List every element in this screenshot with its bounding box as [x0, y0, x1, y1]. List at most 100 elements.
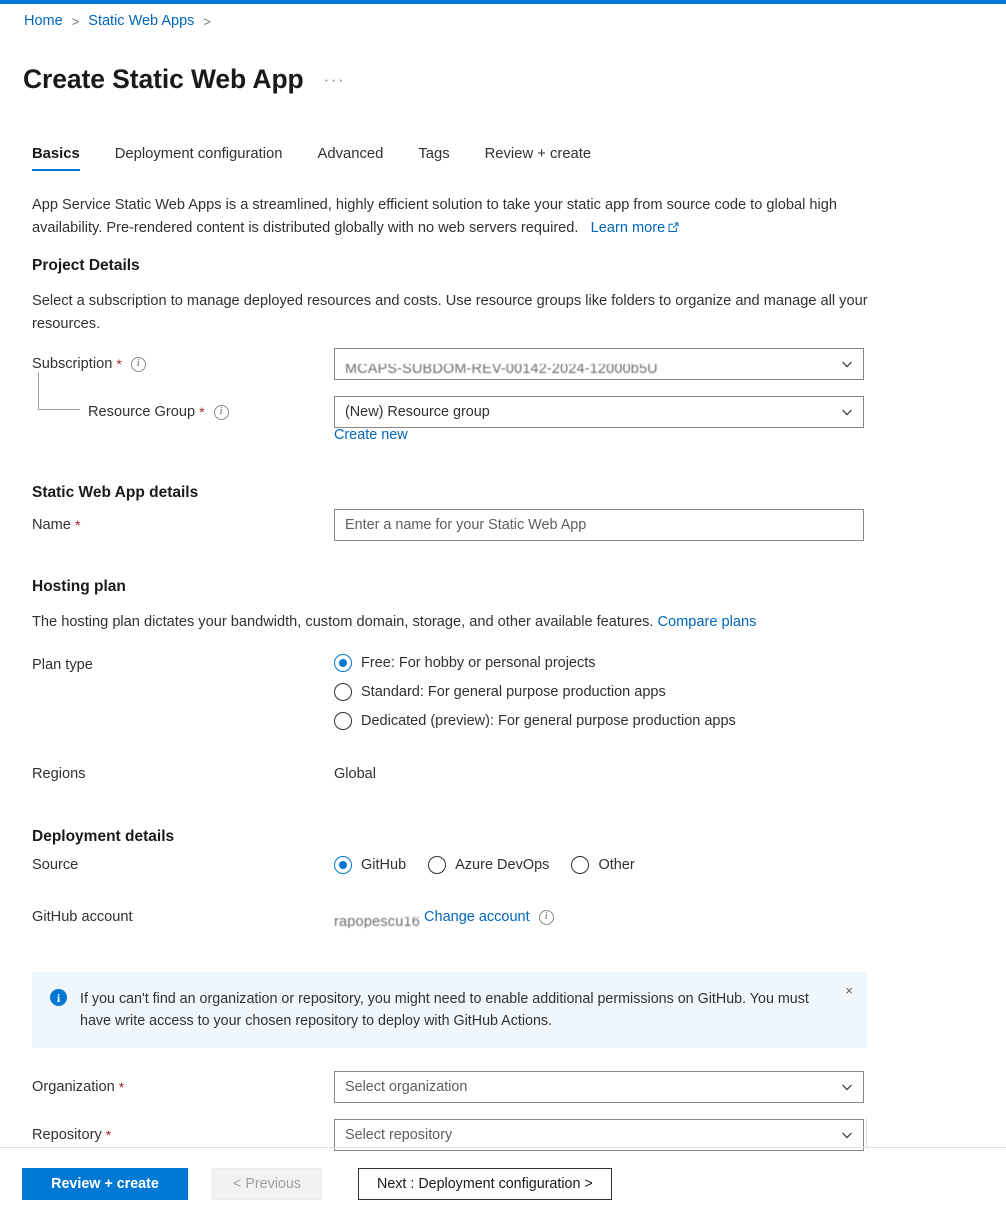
tab-review-create[interactable]: Review + create: [485, 146, 592, 171]
required-marker: *: [116, 356, 122, 372]
static-web-app-details-heading: Static Web App details: [32, 484, 199, 501]
resource-group-field[interactable]: (New) Resource group: [334, 396, 864, 428]
resource-group-row: Resource Group * i (New) Resource group: [32, 396, 972, 428]
subscription-row: Subscription * i MCAPS-SUBDOM-REV-00142-2…: [32, 348, 972, 380]
plan-type-radio-group: Free: For hobby or personal projects Sta…: [334, 648, 736, 735]
source-option-label: GitHub: [361, 857, 407, 873]
organization-row: Organization * Select organization: [32, 1071, 972, 1103]
hosting-plan-description: The hosting plan dictates your bandwidth…: [32, 611, 870, 634]
github-account-value: rapopescu16: [334, 916, 421, 928]
source-radio-group: GitHub Azure DevOps Other: [334, 856, 657, 874]
intro-text: App Service Static Web Apps is a streaml…: [32, 197, 837, 236]
resource-group-info-icon[interactable]: i: [213, 404, 229, 420]
footer-vertical-divider: [866, 1118, 867, 1147]
radio-icon[interactable]: [334, 711, 352, 730]
tab-tags[interactable]: Tags: [418, 146, 449, 171]
banner-text: If you can't find an organization or rep…: [80, 991, 809, 1029]
repository-label-text: Repository: [32, 1127, 102, 1143]
radio-icon-selected[interactable]: [334, 653, 352, 672]
github-account-value-group: rapopescu16 Change account i: [334, 909, 554, 928]
subscription-dropdown[interactable]: MCAPS-SUBDOM-REV-00142-2024-12000b5U: [334, 348, 864, 380]
page-title: Create Static Web App: [23, 63, 304, 94]
breadcrumb: Home > Static Web Apps >: [24, 13, 220, 29]
breadcrumb-item-static-web-apps[interactable]: Static Web Apps: [88, 13, 194, 29]
github-permissions-banner: i If you can't find an organization or r…: [32, 972, 867, 1048]
intro-description: App Service Static Web Apps is a streaml…: [32, 194, 867, 240]
regions-value: Global: [334, 766, 376, 782]
learn-more-link[interactable]: Learn more: [591, 220, 666, 236]
source-label: Source: [32, 857, 334, 873]
plan-type-label: Plan type: [32, 652, 334, 673]
app-name-input[interactable]: [334, 509, 864, 541]
app-name-label-text: Name: [32, 517, 71, 533]
required-marker: *: [74, 517, 81, 533]
close-icon[interactable]: ×: [845, 984, 853, 997]
plan-type-option-free[interactable]: Free: For hobby or personal projects: [334, 648, 736, 677]
plan-type-option-dedicated[interactable]: Dedicated (preview): For general purpose…: [334, 706, 736, 735]
subscription-info-icon[interactable]: i: [130, 356, 146, 372]
change-account-link[interactable]: Change account: [424, 909, 530, 925]
compare-plans-link[interactable]: Compare plans: [657, 614, 756, 630]
regions-label: Regions: [32, 766, 334, 782]
resource-group-label-text: Resource Group: [88, 404, 196, 420]
breadcrumb-separator: >: [71, 13, 80, 29]
deployment-details-heading: Deployment details: [32, 828, 175, 845]
previous-button[interactable]: < Previous: [212, 1168, 322, 1200]
github-account-label: GitHub account: [32, 909, 334, 925]
required-marker: *: [199, 404, 205, 420]
hosting-plan-description-text: The hosting plan dictates your bandwidth…: [32, 614, 654, 630]
resource-group-value: (New) Resource group: [345, 404, 490, 420]
external-link-icon: [668, 218, 679, 232]
github-account-row: GitHub account rapopescu16 Change accoun…: [32, 909, 972, 928]
next-button[interactable]: Next : Deployment configuration >: [358, 1168, 612, 1200]
source-row: Source GitHub Azure DevOps Other: [32, 856, 972, 874]
plan-type-option-label: Dedicated (preview): For general purpose…: [361, 712, 736, 729]
tab-bar: Basics Deployment configuration Advanced…: [32, 146, 591, 171]
resource-group-label: Resource Group * i: [32, 404, 334, 420]
organization-label: Organization *: [32, 1079, 334, 1095]
project-details-description: Select a subscription to manage deployed…: [32, 293, 868, 332]
info-icon: i: [50, 989, 67, 1006]
chevron-down-icon: [840, 405, 854, 419]
subscription-label: Subscription * i: [32, 356, 334, 372]
source-option-github[interactable]: GitHub: [334, 856, 406, 874]
source-option-other[interactable]: Other: [571, 856, 635, 874]
subscription-value: MCAPS-SUBDOM-REV-00142-2024-12000b5U: [345, 363, 658, 375]
radio-icon[interactable]: [428, 856, 447, 874]
source-option-azure-devops[interactable]: Azure DevOps: [428, 856, 549, 874]
source-label-text: Source: [32, 857, 79, 873]
wizard-footer: Review + create < Previous Next : Deploy…: [22, 1168, 612, 1200]
regions-row: Regions Global: [32, 766, 972, 782]
title-row: Create Static Web App ···: [23, 46, 345, 113]
radio-icon-selected[interactable]: [334, 856, 352, 874]
required-marker: *: [105, 1127, 112, 1143]
organization-label-text: Organization: [32, 1079, 115, 1095]
github-account-label-text: GitHub account: [32, 909, 133, 925]
resource-group-dropdown[interactable]: (New) Resource group: [334, 396, 864, 428]
radio-icon[interactable]: [571, 856, 590, 874]
required-marker: *: [118, 1079, 125, 1095]
chevron-down-icon: [840, 1080, 854, 1094]
source-option-label: Azure DevOps: [455, 857, 550, 873]
plan-type-option-label: Free: For hobby or personal projects: [361, 654, 596, 671]
top-accent-bar: [0, 0, 1006, 4]
breadcrumb-separator: >: [203, 13, 211, 29]
breadcrumb-item-home[interactable]: Home: [24, 13, 63, 29]
chevron-down-icon: [840, 357, 854, 371]
tab-deployment-configuration[interactable]: Deployment configuration: [115, 146, 283, 171]
tab-advanced[interactable]: Advanced: [318, 146, 384, 171]
plan-type-option-label: Standard: For general purpose production…: [361, 683, 666, 700]
repository-value: Select repository: [345, 1127, 453, 1143]
more-options-icon[interactable]: ···: [324, 71, 345, 88]
hosting-plan-heading: Hosting plan: [32, 578, 126, 595]
github-account-info-icon[interactable]: i: [538, 909, 554, 925]
organization-value: Select organization: [345, 1079, 468, 1095]
tab-basics[interactable]: Basics: [32, 146, 80, 171]
subscription-field[interactable]: MCAPS-SUBDOM-REV-00142-2024-12000b5U: [334, 348, 864, 380]
organization-dropdown[interactable]: Select organization: [334, 1071, 864, 1103]
review-create-button[interactable]: Review + create: [22, 1168, 188, 1200]
plan-type-option-standard[interactable]: Standard: For general purpose production…: [334, 677, 736, 706]
project-details-heading: Project Details: [32, 257, 140, 274]
create-new-resource-group-link[interactable]: Create new: [334, 427, 408, 443]
radio-icon[interactable]: [334, 682, 352, 701]
